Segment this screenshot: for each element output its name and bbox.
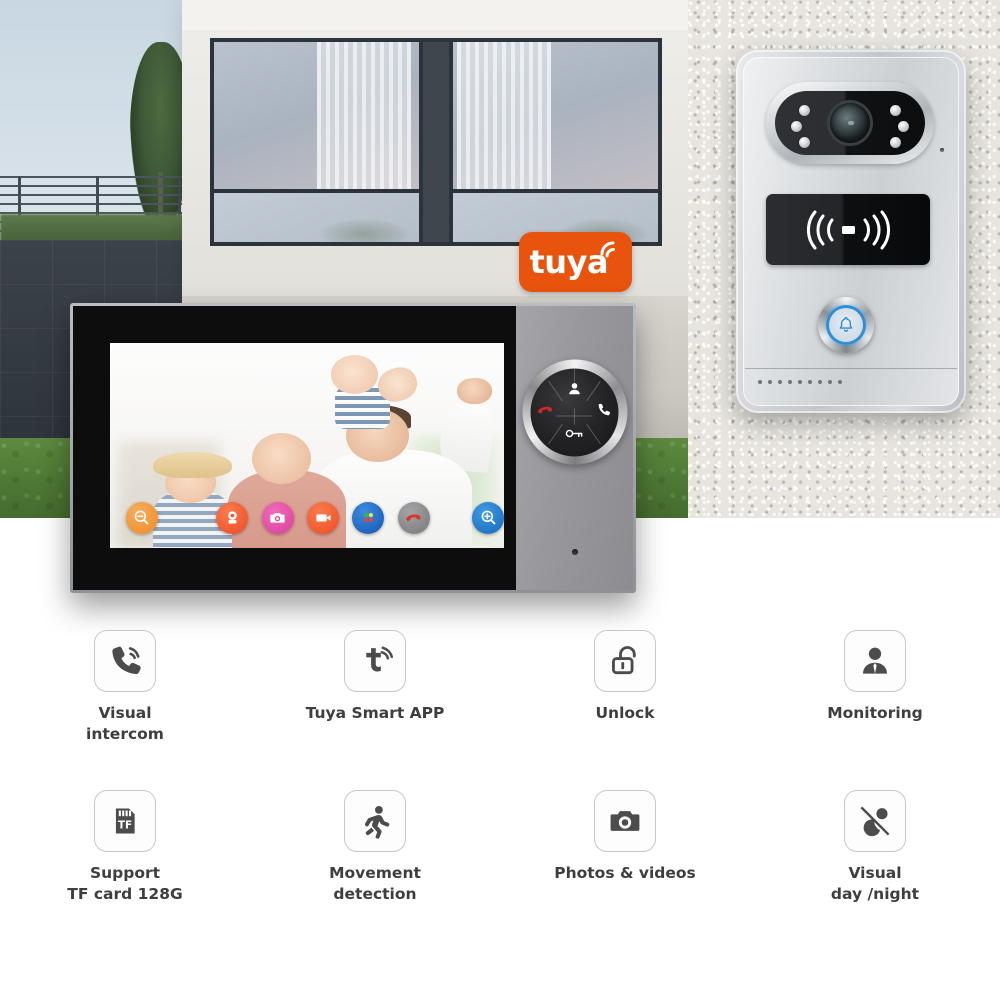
person-icon: [569, 382, 580, 394]
feature-visual-day-night[interactable]: Visual day /night: [750, 790, 1000, 905]
monitor-camera-button[interactable]: [216, 501, 249, 534]
ir-led: [890, 105, 901, 116]
outdoor-door-station-photo: [688, 0, 1000, 518]
control-wheel[interactable]: [522, 359, 627, 465]
record-video-button[interactable]: [307, 501, 339, 534]
speaker-grille: [758, 380, 842, 384]
tuya-logo-badge: tuya: [519, 232, 632, 292]
roof-eave: [182, 0, 688, 30]
feature-label: Movement detection: [329, 864, 421, 903]
monitor-view-button[interactable]: [566, 380, 583, 402]
panel-divider: [745, 368, 957, 369]
reject-call-button[interactable]: [537, 401, 555, 424]
answer-call-button[interactable]: [596, 401, 613, 423]
svg-text:TF: TF: [118, 819, 132, 831]
tuya-t-wifi-icon: [366, 646, 393, 672]
wifi-arcs-icon: [600, 241, 615, 258]
open-padlock-icon: [612, 646, 636, 675]
ir-led: [791, 121, 802, 132]
tuya-wordmark: tuya: [529, 243, 609, 281]
photo-camera-icon: [270, 513, 285, 523]
unlock-door-button[interactable]: [565, 426, 585, 445]
dome-camera-icon: [228, 511, 237, 524]
zoom-in-button[interactable]: [472, 501, 504, 534]
feature-icon-box: [344, 790, 406, 852]
monitor-side-panel: [516, 306, 633, 590]
rfid-card-reader-panel[interactable]: [766, 194, 930, 265]
feature-label: Visual day /night: [830, 864, 920, 903]
feature-icon-box: [594, 790, 656, 852]
rfid-waves-icon: [807, 210, 890, 250]
feature-label: Unlock: [595, 704, 655, 722]
feature-label: Monitoring: [827, 704, 923, 722]
feature-monitoring[interactable]: Monitoring: [750, 630, 1000, 745]
zoom-out-button[interactable]: [125, 501, 158, 534]
monitor-bezel: [73, 306, 633, 590]
feature-movement-detection[interactable]: Movement detection: [250, 790, 500, 905]
feature-tf-card-support[interactable]: TF Support TF card 128G: [0, 790, 250, 905]
ir-led: [799, 105, 810, 116]
camera-module: [766, 82, 934, 164]
ir-led: [890, 137, 901, 148]
app-grid-icon: [363, 513, 373, 523]
snapshot-button[interactable]: [261, 501, 294, 534]
feature-unlock[interactable]: Unlock: [500, 630, 750, 745]
phone-hangup-icon: [406, 514, 421, 522]
feature-label: Support TF card 128G: [67, 864, 183, 903]
feature-icon-box: [344, 630, 406, 692]
feature-icon-box: [844, 790, 906, 852]
person-monitor-icon: [863, 647, 887, 674]
magnifier-minus-icon: [134, 510, 149, 525]
feature-icon-box: TF: [94, 790, 156, 852]
feature-label: Tuya Smart APP: [305, 704, 445, 722]
tf-memory-card-icon: TF: [115, 808, 135, 834]
window-mullion: [423, 42, 449, 242]
feature-tuya-smart-app[interactable]: Tuya Smart APP: [250, 630, 500, 745]
magnifier-plus-icon: [481, 510, 496, 525]
feature-row-1: Visual intercom Tuya Smart APP Unlock Mo…: [0, 630, 1000, 745]
apps-menu-button[interactable]: [352, 501, 385, 534]
video-camera-icon: [315, 514, 331, 522]
phone-call-signal-icon: [112, 646, 141, 675]
photo-camera-icon: [610, 811, 640, 831]
feature-visual-intercom[interactable]: Visual intercom: [0, 630, 250, 745]
feature-icon-box: [94, 630, 156, 692]
bell-icon: [839, 316, 853, 332]
ir-led: [799, 137, 810, 148]
phone-answer-icon: [598, 403, 611, 415]
monitor-screen[interactable]: [110, 343, 504, 548]
microphone-hole: [940, 148, 944, 152]
key-icon: [565, 429, 583, 437]
doorbell-button[interactable]: [818, 297, 874, 353]
camera-lens: [830, 103, 870, 143]
microphone-hole: [571, 549, 578, 555]
feature-icon-box: [594, 630, 656, 692]
day-night-moon-sun-icon: [860, 806, 890, 837]
feature-label: Photos & videos: [554, 864, 696, 882]
phone-hangup-red-icon: [538, 406, 553, 414]
feature-photos-videos[interactable]: Photos & videos: [500, 790, 750, 905]
running-person-icon: [364, 806, 390, 839]
hang-up-button[interactable]: [397, 501, 430, 534]
hero-banner: tuya: [0, 0, 1000, 593]
large-window: [210, 38, 662, 246]
on-screen-control-bar: [110, 501, 504, 536]
feature-icon-box: [844, 630, 906, 692]
feature-row-2: TF Support TF card 128G Movement detecti…: [0, 790, 1000, 905]
ir-led: [898, 121, 909, 132]
feature-label: Visual intercom: [86, 704, 164, 743]
indoor-video-intercom-monitor: [70, 303, 636, 593]
feature-highlights: Visual intercom Tuya Smart APP Unlock Mo…: [0, 630, 1000, 960]
outdoor-door-station: [736, 50, 966, 413]
